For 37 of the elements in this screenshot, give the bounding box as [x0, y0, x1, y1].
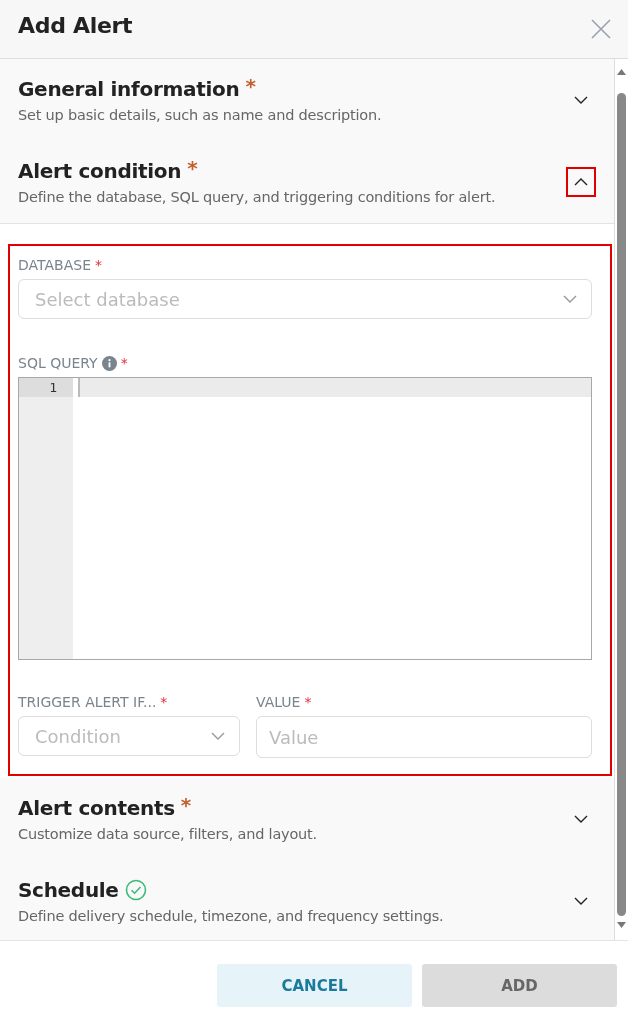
section-description: Customize data source, filters, and layout.: [18, 826, 318, 842]
dialog-title: Add Alert: [18, 12, 133, 40]
line-number: 1: [19, 378, 73, 397]
chevron-icon: [574, 178, 588, 186]
value-field[interactable]: Value: [256, 716, 592, 758]
required-asterisk: *: [245, 76, 256, 96]
section-description: Define delivery schedule, timezone, and frequency settings.: [18, 908, 445, 924]
scroll-down-icon[interactable]: [617, 922, 626, 928]
chevron-icon: [574, 815, 588, 823]
sql-editor[interactable]: 1: [18, 377, 592, 660]
section-title: Alert condition: [18, 159, 182, 183]
section-title: General information: [18, 77, 240, 101]
collapse-button[interactable]: [566, 167, 596, 197]
cancel-button[interactable]: CANCEL: [217, 964, 412, 1007]
field-label: DATABASE: [18, 257, 91, 273]
required-asterisk: *: [304, 694, 312, 710]
scroll-up-icon[interactable]: [617, 69, 626, 75]
chevron-icon: [211, 732, 225, 740]
required-asterisk: *: [180, 795, 192, 815]
chevron-icon: [563, 295, 577, 303]
placeholder-text: Select database: [35, 288, 181, 310]
field-label: VALUE: [256, 694, 301, 710]
required-asterisk: *: [120, 355, 128, 371]
chevron-icon: [574, 96, 588, 104]
section-title: Alert contents: [18, 796, 175, 820]
section-title: Schedule: [18, 878, 119, 902]
section-description: Set up basic details, such as name and description.: [18, 107, 383, 123]
required-asterisk: *: [95, 257, 102, 273]
section-description: Define the database, SQL query, and triggering conditions for alert.: [18, 189, 497, 205]
field-label: SQL QUERY: [18, 355, 98, 371]
required-asterisk: *: [187, 158, 198, 178]
chevron-icon: [574, 897, 588, 905]
close-button[interactable]: [590, 18, 612, 40]
field-label: TRIGGER ALERT IF...: [18, 694, 157, 710]
info-icon: [101, 355, 117, 371]
required-asterisk: *: [160, 694, 168, 710]
placeholder-text: Condition: [35, 725, 122, 747]
